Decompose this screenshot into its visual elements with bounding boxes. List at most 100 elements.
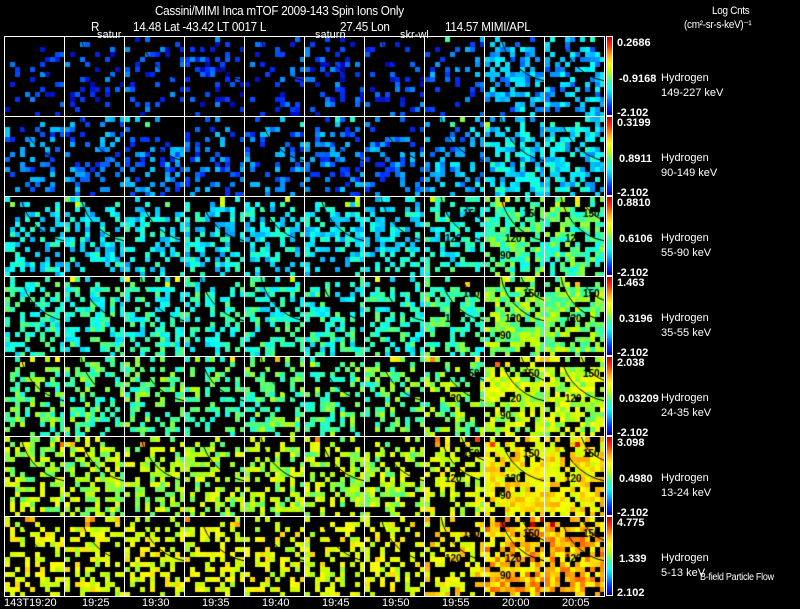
time-tick-label: 19:45 [322, 597, 350, 609]
time-tick-label: 20:00 [502, 597, 530, 609]
position-info-2: 27.45 Lon [340, 19, 390, 34]
heatmap-panel [304, 356, 365, 437]
heatmap-panel [484, 436, 545, 517]
heatmap-panel [244, 356, 305, 437]
colorbar-max-label: 1.463 [617, 277, 645, 289]
heatmap-panel [64, 36, 125, 117]
heatmap-panel [124, 436, 185, 517]
energy-range-label: 90-149 keV [661, 167, 718, 179]
colorbar [606, 516, 613, 596]
heatmap-panel [124, 276, 185, 357]
colorbar-mid-label: 0.8911 [619, 153, 653, 165]
colorbar [606, 436, 613, 516]
heatmap-panel [424, 116, 485, 197]
colorbar [606, 116, 613, 196]
heatmap-panel [544, 36, 605, 117]
heatmap-panel [484, 276, 545, 357]
colorbar-mid-label: 0.4980 [619, 473, 653, 485]
time-tick-label: 19:50 [382, 597, 410, 609]
time-tick-label: 19:30 [142, 597, 170, 609]
time-tick-label: 19:55 [442, 597, 470, 609]
colorbar-max-label: 0.3199 [617, 117, 651, 129]
heatmap-panel [64, 196, 125, 277]
colorbar-max-label: 0.8810 [617, 197, 651, 209]
heatmap-panel [184, 36, 245, 117]
heatmap-panel [4, 356, 65, 437]
heatmap-panel [424, 516, 485, 597]
heatmap-panel [544, 516, 605, 597]
heatmap-panel [304, 116, 365, 197]
heatmap-panel [424, 436, 485, 517]
position-info-1: 14.48 Lat -43.42 LT 0017 L [133, 19, 267, 34]
energy-range-label: 13-24 keV [661, 487, 712, 499]
heatmap-panel [364, 516, 425, 597]
heatmap-panel [124, 36, 185, 117]
heatmap-panel [484, 356, 545, 437]
heatmap-panel [304, 276, 365, 357]
heatmap-panel [424, 196, 485, 277]
colorbar [606, 356, 613, 436]
species-label: Hydrogen [661, 72, 709, 84]
species-label: Hydrogen [661, 552, 709, 564]
colorbar-mid-label: 0.03209 [619, 393, 659, 405]
time-tick-label: 143T19:20 [4, 597, 57, 609]
heatmap-panel [244, 436, 305, 517]
heatmap-panel [64, 436, 125, 517]
heatmap-panel [184, 196, 245, 277]
position-info-3: 114.57 MIMI/APL [445, 19, 531, 34]
heatmap-panel [304, 436, 365, 517]
heatmap-panel [544, 356, 605, 437]
heatmap-panel [484, 196, 545, 277]
time-tick-label: 20:05 [562, 597, 590, 609]
colorbar-min-label: 2.102 [617, 587, 645, 599]
heatmap-panel [244, 516, 305, 597]
species-label: Hydrogen [661, 152, 709, 164]
species-label: Hydrogen [661, 312, 709, 324]
heatmap-panel [124, 116, 185, 197]
colorbar [606, 276, 613, 356]
heatmap-panel [304, 36, 365, 117]
colorbar-max-label: 3.098 [617, 437, 645, 449]
energy-range-label: 24-35 keV [661, 407, 712, 419]
heatmap-panel [244, 196, 305, 277]
heatmap-panel [4, 436, 65, 517]
colorbar-mid-label: -0.9168 [619, 73, 657, 85]
heatmap-panel [364, 116, 425, 197]
heatmap-panel [424, 356, 485, 437]
heatmap-panel [64, 116, 125, 197]
colorbar-max-label: 0.2686 [617, 37, 651, 49]
energy-range-label: 55-90 keV [661, 247, 712, 259]
heatmap-panel [184, 276, 245, 357]
heatmap-panel [184, 516, 245, 597]
heatmap-panel [364, 436, 425, 517]
heatmap-panel [364, 356, 425, 437]
heatmap-panel [424, 36, 485, 117]
heatmap-panel [544, 196, 605, 277]
heatmap-panel [184, 356, 245, 437]
time-tick-label: 19:35 [202, 597, 230, 609]
time-tick-label: 19:40 [262, 597, 290, 609]
heatmap-panel [244, 276, 305, 357]
heatmap-panel [64, 276, 125, 357]
heatmap-panel [4, 196, 65, 277]
heatmap-panel [4, 276, 65, 357]
heatmap-panel [64, 516, 125, 597]
heatmap-panel [484, 516, 545, 597]
colorbar [606, 36, 613, 116]
heatmap-panel [544, 116, 605, 197]
heatmap-panel [4, 116, 65, 197]
heatmap-panel [364, 196, 425, 277]
heatmap-panel [544, 276, 605, 357]
heatmap-panel [124, 196, 185, 277]
energy-range-label: 149-227 keV [661, 87, 724, 99]
species-label: Hydrogen [661, 392, 709, 404]
heatmap-panel [484, 36, 545, 117]
heatmap-panel [184, 116, 245, 197]
species-label: Hydrogen [661, 472, 709, 484]
units-label: (cm²-sr-s-keV)⁻¹ [684, 19, 752, 31]
footer-note: B-field Particle Flow [700, 572, 774, 583]
overlay-label-satur: satur [97, 29, 122, 41]
heatmap-panel [364, 36, 425, 117]
species-label: Hydrogen [661, 232, 709, 244]
heatmap-panel [424, 276, 485, 357]
